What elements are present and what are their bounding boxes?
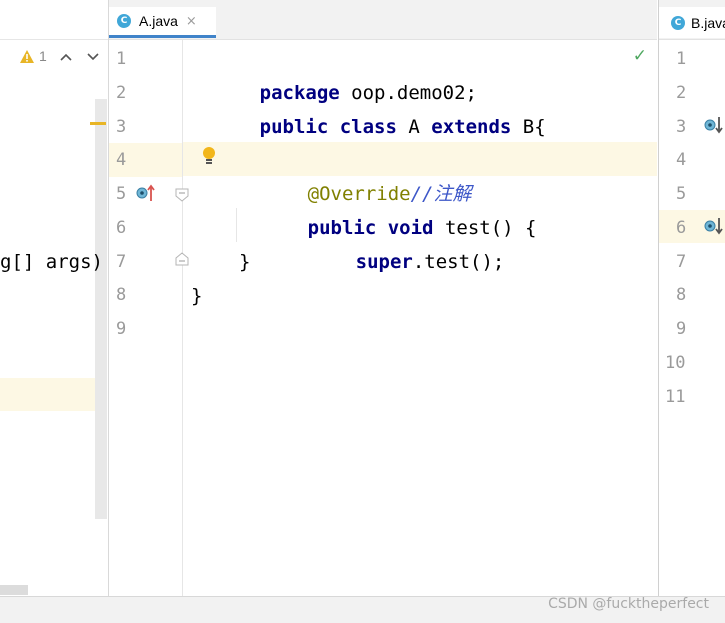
line-gutter: 1 2 3 4 5 6 7 8 9 — [109, 40, 189, 597]
line-number: 6 — [116, 218, 127, 238]
line-number: 8 — [116, 285, 127, 305]
warning-indicator[interactable]: 1 — [20, 48, 47, 64]
warning-stripe-marker[interactable] — [90, 122, 106, 125]
close-tab-icon[interactable]: × — [186, 14, 197, 29]
line-number: 4 — [109, 143, 182, 177]
class-icon: C — [117, 14, 131, 28]
center-editor-pane: C A.java × 1 2 3 4 5 6 7 8 9 package oop… — [109, 0, 657, 597]
line-number: 6 — [676, 218, 687, 238]
code-line-7: } — [239, 251, 251, 273]
line-number: 9 — [676, 319, 687, 339]
code-line-1: package oop.demo02; — [259, 82, 477, 104]
overrides-method-icon[interactable] — [136, 183, 156, 203]
tab-b-java[interactable]: C B.java — [659, 7, 725, 38]
code-line-2: public class A extends B{ — [259, 116, 546, 138]
line-number: 1 — [116, 49, 127, 69]
right-editor-pane: C B.java 1 2 3 4 5 6 7 8 9 10 11 — [658, 0, 725, 597]
left-tab-bar — [0, 0, 108, 40]
line-number: 4 — [676, 150, 687, 170]
line-number: 3 — [676, 117, 687, 137]
left-highlight-line — [0, 378, 95, 411]
tab-label: B.java — [691, 14, 725, 31]
line-number: 9 — [116, 319, 127, 339]
code-line-8: } — [191, 285, 203, 307]
line-number: 3 — [116, 117, 127, 137]
tab-a-java[interactable]: C A.java × — [109, 7, 216, 38]
warning-count: 1 — [39, 48, 47, 64]
line-number: 7 — [676, 252, 687, 272]
line-number: 10 — [665, 353, 686, 373]
line-number: 5 — [676, 184, 687, 204]
code-line-6: super.test(); — [355, 251, 505, 273]
tab-label: A.java — [139, 13, 178, 29]
fold-close-icon[interactable] — [175, 252, 189, 266]
code-line-5: public void test() { — [307, 217, 537, 239]
line-number: 8 — [676, 285, 687, 305]
chevron-down-icon[interactable] — [87, 53, 99, 61]
line-number: 5 — [116, 184, 127, 204]
overridden-method-icon[interactable] — [703, 115, 723, 135]
class-icon: C — [671, 15, 685, 30]
chevron-up-icon[interactable] — [60, 53, 72, 61]
left-editor-pane: 1 g[] args) — [0, 0, 109, 597]
left-scrollbar-track[interactable] — [95, 99, 107, 519]
line-number: 2 — [676, 83, 687, 103]
line-number: 11 — [665, 387, 686, 407]
line-number: 1 — [676, 49, 687, 69]
lightbulb-icon[interactable] — [201, 146, 217, 166]
right-line-gutter: 1 2 3 4 5 6 7 8 9 10 11 — [659, 40, 725, 597]
code-line-4: @Override//注解 — [239, 143, 472, 205]
line-number: 2 — [116, 83, 127, 103]
overridden-method-icon[interactable] — [703, 216, 723, 236]
left-h-scrollbar[interactable] — [0, 585, 28, 595]
fold-open-icon[interactable] — [175, 188, 189, 202]
right-tab-bar: C B.java — [659, 0, 725, 40]
left-code-fragment: g[] args) — [0, 251, 103, 273]
watermark: CSDN @fucktheperfect — [548, 596, 709, 612]
center-tab-bar: C A.java × — [109, 0, 657, 40]
warning-icon — [20, 49, 34, 63]
indent-guide — [236, 208, 237, 242]
no-problems-check-icon[interactable]: ✓ — [633, 46, 647, 66]
line-number: 7 — [116, 252, 127, 272]
